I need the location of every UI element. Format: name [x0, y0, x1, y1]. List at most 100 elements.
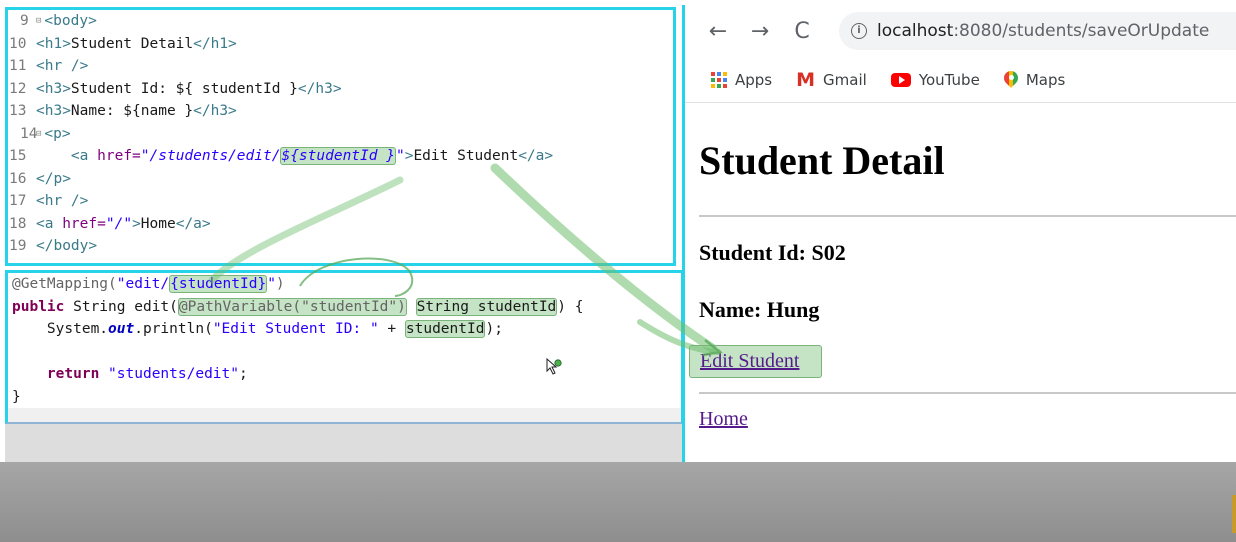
code-token: </h3>	[297, 80, 342, 97]
youtube-icon	[890, 72, 911, 87]
highlighted-token: ${studentId }	[280, 147, 396, 165]
code-token: }	[12, 388, 21, 405]
highlighted-token: studentId	[404, 320, 486, 338]
code-token: .println(	[134, 321, 213, 337]
mouse-cursor-icon	[546, 358, 562, 375]
code-line: 18 <a href="/">Home</a>	[8, 213, 673, 236]
code-token: public	[12, 298, 65, 315]
line-number: 16	[9, 170, 27, 187]
code-token: <a	[70, 148, 98, 164]
bookmark-gmail[interactable]: M Gmail	[796, 69, 867, 91]
bookmark-label: Maps	[1025, 70, 1066, 89]
highlighted-token: @PathVariable("studentId")	[177, 297, 407, 316]
page-title: Student Detail	[699, 138, 945, 183]
code-line: return "students/edit";	[8, 363, 681, 386]
line-number: 9	[20, 13, 29, 29]
code-token: String edit(	[64, 298, 178, 315]
code-token: </h1>	[193, 35, 237, 52]
code-token: href=	[62, 215, 106, 232]
line-number: 19	[9, 238, 27, 254]
line-number: 11	[9, 58, 27, 74]
bookmark-apps[interactable]: Apps	[711, 71, 772, 89]
code-token: "	[395, 148, 405, 164]
code-token: "students/edit"	[108, 366, 239, 382]
divider	[699, 392, 1236, 394]
code-token: ;	[239, 366, 248, 382]
code-token: )	[275, 276, 285, 292]
code-token: </body>	[36, 238, 98, 254]
line-number: 12	[9, 80, 27, 97]
code-line: 9 ⊟ <body>	[8, 10, 673, 33]
code-line: System.out.println("Edit Student ID: " +…	[8, 318, 681, 341]
back-arrow-icon[interactable]: ←	[707, 19, 729, 44]
code-token: <h3>	[36, 80, 71, 97]
editor-footer-area	[5, 424, 684, 462]
code-token: <body>	[44, 13, 97, 29]
line-number: 17	[9, 193, 27, 209]
forward-arrow-icon[interactable]: →	[749, 19, 771, 44]
fold-toggle-icon[interactable]: ⊟	[36, 16, 41, 26]
code-token: +	[378, 321, 405, 337]
code-token: Edit Student	[413, 148, 519, 164]
code-line: public String edit(@PathVariable("studen…	[8, 296, 681, 319]
code-token: Student Id: ${ studentId }	[70, 80, 298, 97]
line-number: 18	[9, 215, 27, 232]
taskbar-edge	[1232, 495, 1236, 533]
code-line: 14⊟ <p>	[8, 123, 673, 146]
code-token: </h3>	[193, 103, 237, 119]
code-token: Student Detail	[70, 35, 194, 52]
code-token: <h1>	[36, 35, 71, 52]
edit-student-link[interactable]: Edit Student	[689, 345, 823, 378]
student-name-heading: Name: Hung	[699, 297, 820, 322]
bookmarks-bar: Apps M Gmail YouTube Maps	[685, 57, 1236, 103]
line-number: 13	[9, 103, 27, 119]
browser-window: ← → C i localhost:8080/students/saveOrUp…	[682, 5, 1236, 462]
code-token: <a	[36, 215, 63, 232]
address-bar[interactable]: i localhost:8080/students/saveOrUpdate	[839, 12, 1236, 50]
code-token: "edit/	[116, 276, 170, 292]
line-number: 14	[20, 125, 38, 142]
bookmark-label: Apps	[735, 70, 773, 89]
code-token: "	[267, 276, 276, 292]
jsp-editor-pane[interactable]: 9 ⊟ <body> 10 <h1>Student Detail</h1> 11 <hr /…	[5, 7, 676, 266]
code-token: </a>	[518, 148, 554, 164]
apps-grid-icon	[711, 71, 727, 88]
desktop-background	[0, 462, 1236, 542]
code-token: href=	[97, 148, 141, 164]
web-page-content: Student Detail Student Id: S02 Name: Hun…	[685, 137, 1236, 431]
code-token: <h3>	[36, 103, 71, 119]
code-token: @GetMapping(	[12, 276, 117, 292]
info-icon[interactable]: i	[851, 23, 867, 39]
code-token: Home	[140, 215, 176, 232]
code-token: <hr />	[36, 58, 89, 74]
code-token: "/students/edit/	[140, 148, 281, 164]
code-token: );	[485, 321, 503, 337]
bookmark-youtube[interactable]: YouTube	[890, 71, 980, 89]
code-line: 15 <a href="/students/edit/${studentId }…	[8, 145, 673, 168]
home-link[interactable]: Home	[699, 408, 748, 431]
java-editor-pane[interactable]: @GetMapping("edit/{studentId}") public St…	[5, 270, 684, 424]
editor-empty-area	[8, 408, 681, 422]
code-line: 10 <h1>Student Detail</h1>	[8, 33, 673, 56]
code-line: 16 </p>	[8, 168, 673, 191]
code-token: <p>	[44, 125, 71, 142]
code-line: }	[8, 386, 681, 409]
fold-toggle-icon[interactable]: ⊟	[36, 129, 41, 139]
gmail-icon: M	[796, 68, 816, 91]
code-line: 12 <h3>Student Id: ${ studentId }</h3>	[8, 78, 673, 101]
code-line: 13 <h3>Name: ${name }</h3>	[8, 100, 673, 123]
bookmark-maps[interactable]: Maps	[1004, 71, 1065, 89]
reload-icon[interactable]: C	[791, 19, 813, 44]
code-token: >	[132, 215, 141, 232]
code-line: 19 </body>	[8, 235, 673, 258]
maps-icon	[1004, 71, 1018, 89]
code-token: Name: ${name }	[70, 103, 194, 119]
browser-toolbar: ← → C i localhost:8080/students/saveOrUp…	[685, 5, 1236, 57]
line-number: 15	[9, 148, 27, 164]
code-line: @GetMapping("edit/{studentId}")	[8, 273, 681, 296]
divider	[699, 215, 1236, 217]
